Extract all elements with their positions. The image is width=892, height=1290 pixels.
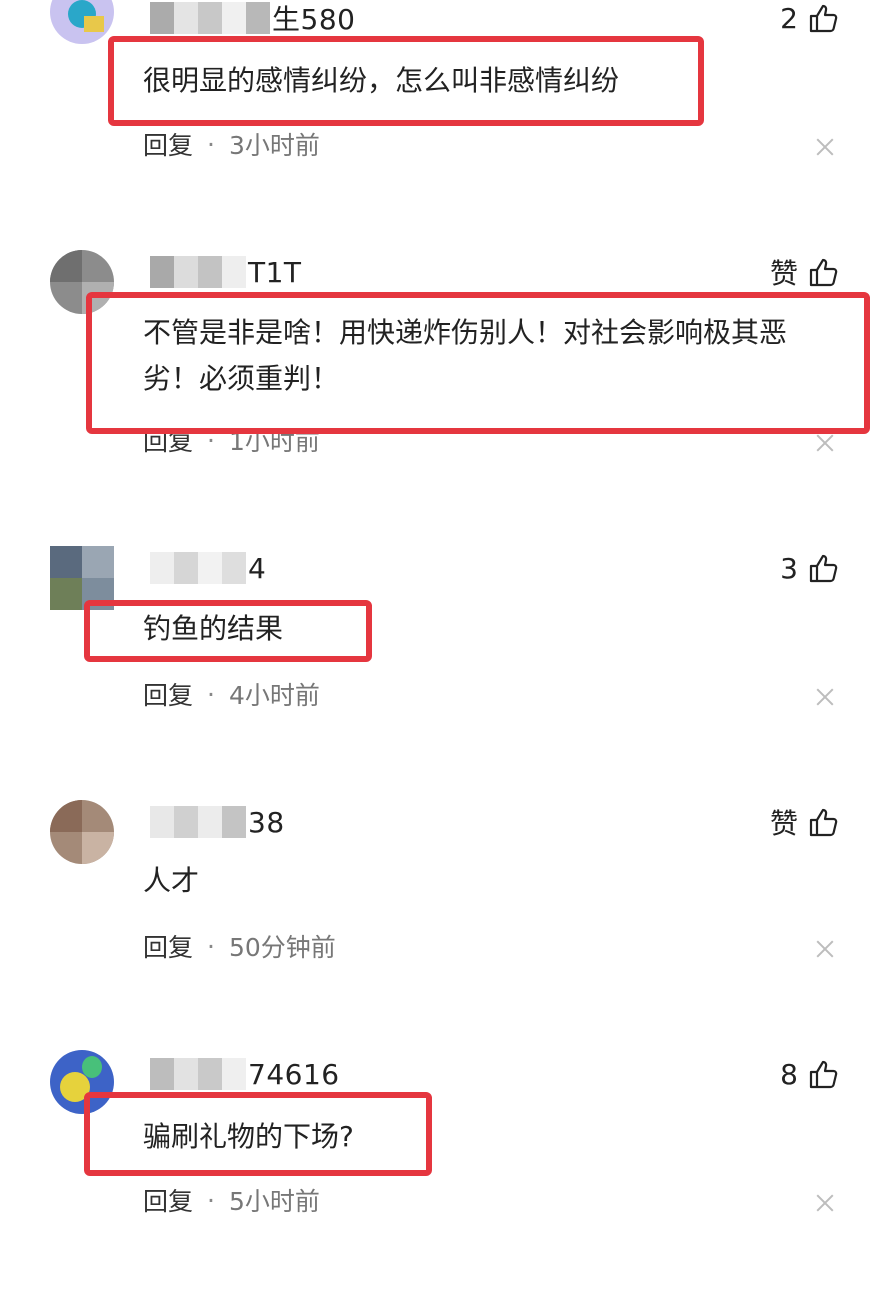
username[interactable]: 4	[150, 548, 266, 588]
like-count: 赞	[769, 807, 798, 840]
like-count: 2	[780, 1, 798, 35]
separator-dot: ·	[207, 1185, 215, 1215]
reply-button[interactable]: 回复	[143, 126, 193, 162]
close-icon[interactable]	[816, 940, 834, 958]
comment-meta: 回复 · 3小时前	[143, 126, 320, 162]
thumbs-up-icon	[809, 4, 838, 33]
timestamp: 3小时前	[228, 131, 320, 160]
username-mosaic	[150, 806, 246, 838]
comment-meta: 回复 · 4小时前	[143, 676, 320, 712]
username-suffix: 4	[248, 551, 267, 585]
close-icon[interactable]	[816, 1194, 834, 1212]
like-button[interactable]: 赞	[770, 802, 840, 842]
timestamp: 5小时前	[228, 1187, 320, 1216]
like-button[interactable]: 3	[780, 548, 840, 588]
highlight-box	[108, 36, 704, 126]
separator-dot: ·	[207, 129, 215, 159]
highlight-box	[86, 292, 870, 434]
username[interactable]: 38	[150, 802, 285, 842]
like-count: 3	[780, 551, 798, 585]
username-suffix: 38	[248, 805, 285, 839]
username-mosaic	[150, 552, 246, 584]
timestamp: 4小时前	[228, 681, 320, 710]
close-icon[interactable]	[816, 688, 834, 706]
comment-text: 人才	[143, 864, 200, 897]
thumbs-up-icon	[809, 258, 838, 287]
thumbs-up-icon	[809, 808, 838, 837]
separator-dot: ·	[207, 679, 215, 709]
username-mosaic	[150, 2, 270, 34]
username-mosaic	[150, 256, 246, 288]
username[interactable]: T1T	[150, 252, 302, 292]
comment-item: 38 赞 人才 回复 · 50分钟前	[0, 782, 892, 1036]
timestamp: 50分钟前	[228, 933, 336, 962]
username[interactable]: 生580	[150, 0, 355, 38]
comment-meta: 回复 · 50分钟前	[143, 928, 336, 964]
like-button[interactable]: 赞	[770, 252, 840, 292]
username-suffix: 74616	[248, 1057, 340, 1091]
separator-dot: ·	[207, 931, 215, 961]
reply-button[interactable]: 回复	[143, 928, 193, 964]
like-count: 8	[780, 1057, 798, 1091]
avatar[interactable]	[50, 800, 114, 864]
highlight-box	[84, 600, 372, 662]
close-icon[interactable]	[816, 434, 834, 452]
reply-button[interactable]: 回复	[143, 676, 193, 712]
thumbs-up-icon	[809, 554, 838, 583]
close-icon[interactable]	[816, 138, 834, 156]
username[interactable]: 74616	[150, 1054, 340, 1094]
like-button[interactable]: 8	[780, 1054, 840, 1094]
username-suffix: T1T	[248, 255, 302, 289]
thumbs-up-icon	[809, 1060, 838, 1089]
username-suffix: 生580	[272, 3, 356, 36]
like-button[interactable]: 2	[780, 0, 840, 38]
like-count: 赞	[769, 257, 798, 290]
highlight-box	[84, 1092, 432, 1176]
username-mosaic	[150, 1058, 246, 1090]
reply-button[interactable]: 回复	[143, 1182, 193, 1218]
comment-meta: 回复 · 5小时前	[143, 1182, 320, 1218]
avatar[interactable]	[50, 0, 114, 44]
